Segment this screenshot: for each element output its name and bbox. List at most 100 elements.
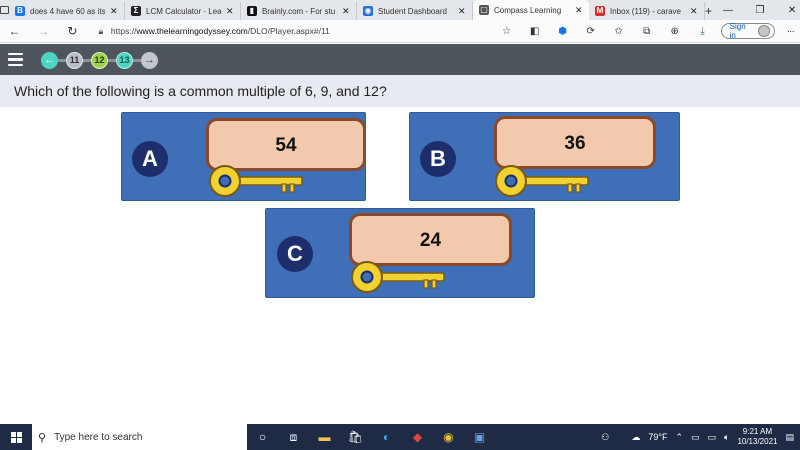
browser-tab-strip: Bdoes 4 have 60 as its ✕ Σ LCM Calculator -…: [0, 0, 800, 20]
start-button[interactable]: [0, 424, 32, 450]
pager-back-icon[interactable]: ←: [41, 51, 58, 69]
tab-close-icon[interactable]: ✕: [342, 6, 350, 17]
volume-icon[interactable]: 🔈︎: [724, 432, 729, 443]
pager-item-current[interactable]: 12: [91, 51, 108, 69]
tab-actions-button[interactable]: [0, 0, 9, 20]
menu-icon[interactable]: [0, 44, 30, 75]
lock-icon[interactable]: 🔒︎: [91, 26, 111, 37]
answer-card-c[interactable]: C 24: [265, 208, 535, 298]
tab-label: Compass Learning: [494, 5, 562, 15]
tab-favicon-icon: ▮: [247, 6, 257, 16]
tab-label: does 4 have 60 as its: [30, 6, 105, 16]
avatar-icon: [758, 25, 770, 37]
url-scheme: https://: [110, 26, 137, 36]
extension-loop-icon[interactable]: ⟳: [577, 26, 605, 37]
answer-value-plate: 54: [206, 118, 366, 171]
answer-card-a[interactable]: A 54: [121, 112, 366, 201]
pager-item-previous[interactable]: 11: [66, 51, 83, 69]
answer-letter-badge: A: [132, 141, 168, 177]
answer-letter-badge: C: [277, 236, 313, 272]
read-aloud-icon[interactable]: ☆: [493, 26, 521, 37]
answer-letter-badge: B: [420, 141, 456, 177]
tab-favicon-icon: Σ: [131, 6, 141, 16]
player-header: ← 11 12 13 →: [0, 44, 800, 75]
answer-value-plate: 24: [349, 213, 512, 266]
url-path: /DLO/Player.aspx#/11: [247, 26, 330, 36]
taskbar-search-input[interactable]: ⚲ Type here to search: [32, 424, 247, 450]
windows-taskbar: ⚲ Type here to search ○ ⧈ ▬ 🛍︎ ◐ ◆ ◉ ▣ ⚇…: [0, 424, 800, 450]
profile-extension-icon[interactable]: ⊕: [661, 26, 689, 37]
task-view-icon[interactable]: ⧈: [278, 424, 309, 450]
answer-value-plate: 36: [494, 116, 656, 169]
weather-icon[interactable]: ☁: [631, 432, 640, 443]
tab-favicon-icon: B: [15, 6, 25, 16]
new-tab-button[interactable]: +: [705, 2, 712, 20]
collections-icon[interactable]: ⧉: [633, 26, 661, 37]
tab-favicon-icon: ◉: [363, 6, 373, 16]
tab-favicon-icon: ▢: [479, 5, 489, 15]
search-icon: ⚲: [38, 431, 47, 444]
url-text: https://www.thelearningodyssey.com/DLO/P…: [111, 26, 330, 36]
tab-close-icon[interactable]: ✕: [110, 6, 118, 17]
clock-date: 10/13/2021: [737, 437, 778, 446]
search-placeholder: Type here to search: [54, 431, 143, 443]
clock-time: 9:21 AM: [742, 427, 773, 436]
tab-label: LCM Calculator - Lea: [146, 6, 221, 16]
temperature-text[interactable]: 79°F: [648, 432, 667, 442]
camera-icon[interactable]: ▭: [691, 432, 700, 443]
tab-label: Brainly.com - For stu: [262, 6, 336, 16]
browser-tab[interactable]: M Inbox (119) - carave ✕: [589, 2, 705, 20]
answer-card-b[interactable]: B 36: [409, 112, 680, 201]
refresh-button[interactable]: ↻: [58, 20, 87, 43]
settings-menu-icon[interactable]: ···: [781, 26, 800, 37]
extension-icon[interactable]: ◧: [521, 26, 549, 37]
tab-close-icon[interactable]: ✕: [575, 5, 583, 16]
download-icon[interactable]: ⤓: [689, 26, 717, 37]
roblox-icon[interactable]: ◆: [402, 424, 433, 450]
show-hidden-icons[interactable]: ⌃: [675, 432, 683, 443]
forward-button[interactable]: →: [29, 20, 58, 43]
pager-item-next[interactable]: 13: [116, 51, 133, 69]
store-icon[interactable]: 🛍︎: [340, 424, 371, 450]
browser-tab[interactable]: ◉ Student Dashboard ✕: [357, 2, 473, 20]
question-text: Which of the following is a common multi…: [0, 75, 800, 107]
minimize-icon[interactable]: —: [712, 0, 744, 20]
close-window-icon[interactable]: ✕: [776, 0, 800, 20]
tab-close-icon[interactable]: ✕: [226, 6, 234, 17]
key-icon: [351, 261, 445, 293]
back-button[interactable]: ←: [0, 20, 29, 43]
notifications-icon[interactable]: ▤: [785, 432, 794, 443]
people-icon[interactable]: ⚇: [601, 432, 609, 443]
key-icon: [209, 165, 303, 197]
tab-actions-icon: [0, 6, 9, 14]
photos-icon[interactable]: ▣: [464, 424, 495, 450]
tab-label: Student Dashboard: [378, 6, 447, 16]
sign-in-button[interactable]: Sign in: [720, 22, 775, 40]
network-icon[interactable]: ▭: [708, 432, 717, 443]
browser-tab[interactable]: Σ LCM Calculator - Lea ✕: [125, 2, 241, 20]
key-icon: [495, 165, 589, 197]
windows-logo-icon: [10, 431, 22, 443]
maximize-icon[interactable]: ❐: [744, 0, 776, 20]
browser-tab[interactable]: ▮ Brainly.com - For stu ✕: [241, 2, 357, 20]
browser-tab[interactable]: Bdoes 4 have 60 as its ✕: [9, 2, 125, 20]
chrome-icon[interactable]: ◉: [433, 424, 464, 450]
file-explorer-icon[interactable]: ▬: [309, 424, 340, 450]
browser-tab[interactable]: ▢ Compass Learning ✕: [473, 0, 589, 20]
pager-forward-icon[interactable]: →: [141, 51, 158, 69]
extension-blue-icon[interactable]: ⬢: [549, 26, 577, 37]
tab-close-icon[interactable]: ✕: [690, 6, 698, 17]
cortana-icon[interactable]: ○: [247, 424, 278, 450]
favorites-icon[interactable]: ✩: [605, 26, 633, 37]
address-bar-row: ← → ↻ 🔒︎ https://www.thelearningodyssey.…: [0, 20, 800, 43]
tab-label: Inbox (119) - carave: [610, 6, 681, 16]
edge-icon[interactable]: ◐: [371, 424, 402, 450]
question-pager: ← 11 12 13 →: [41, 50, 161, 70]
clock[interactable]: 9:21 AM 10/13/2021: [737, 427, 777, 447]
tab-favicon-icon: M: [595, 6, 605, 16]
address-input[interactable]: 🔒︎ https://www.thelearningodyssey.com/DL…: [91, 22, 493, 40]
browser-toolbar: ☆ ◧ ⬢ ⟳ ✩ ⧉ ⊕ ⤓: [493, 26, 717, 37]
tab-close-icon[interactable]: ✕: [458, 6, 466, 17]
window-controls: — ❐ ✕: [712, 0, 800, 20]
system-tray: ⚇ ☁ 79°F ⌃ ▭ ▭ 🔈︎ 9:21 AM 10/13/2021 ▤: [601, 427, 800, 447]
